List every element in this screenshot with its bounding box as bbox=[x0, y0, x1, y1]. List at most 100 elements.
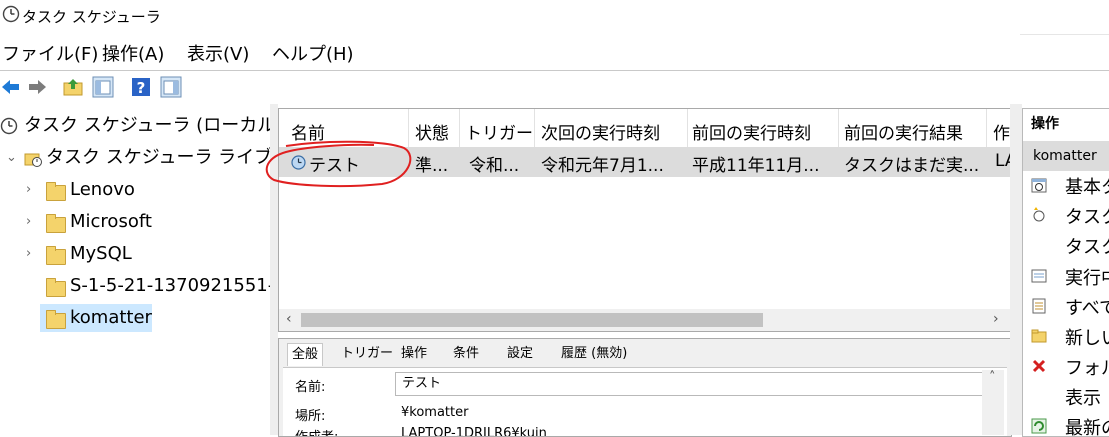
tree-label: S-1-5-21-1370921551-2 bbox=[70, 275, 270, 296]
tree-item-root[interactable]: タスク スケジューラ (ローカル) bbox=[0, 112, 270, 140]
column-divider[interactable] bbox=[986, 109, 987, 147]
folder-icon bbox=[46, 278, 66, 297]
action-label: 表示 bbox=[1065, 388, 1101, 409]
author-label: 作成者: bbox=[295, 426, 338, 436]
new-folder-icon bbox=[1031, 329, 1047, 343]
console-tree: タスク スケジューラ (ローカル) ⌄ タスク スケジューラ ライブラリ › L… bbox=[0, 104, 271, 435]
tab-settings[interactable]: 設定 bbox=[503, 343, 537, 365]
clock-icon bbox=[2, 5, 20, 23]
tab-triggers[interactable]: トリガー bbox=[337, 343, 397, 365]
action-label: タスク bbox=[1065, 207, 1109, 228]
action-label: タスク bbox=[1065, 237, 1109, 258]
column-header-status[interactable]: 状態 bbox=[415, 119, 459, 144]
column-divider[interactable] bbox=[534, 109, 535, 147]
scrollbar-thumb[interactable] bbox=[301, 313, 763, 327]
folder-icon bbox=[46, 182, 66, 201]
chevron-right-icon[interactable]: › bbox=[26, 240, 31, 268]
pane-splitter[interactable] bbox=[1010, 104, 1022, 435]
vertical-scrollbar[interactable]: ˄ bbox=[982, 370, 1004, 435]
cell-last-run: 平成11年11月... bbox=[692, 156, 820, 176]
name-field[interactable]: テスト bbox=[395, 372, 983, 396]
task-history-icon bbox=[1032, 298, 1046, 314]
help-icon[interactable]: ? bbox=[130, 76, 152, 98]
tree-item-mysql[interactable]: › MySQL bbox=[0, 240, 270, 268]
tree-item-sid[interactable]: S-1-5-21-1370921551-2 bbox=[0, 272, 270, 300]
actions-pane-title: 操作 bbox=[1023, 109, 1109, 139]
action-label: 最新の bbox=[1065, 418, 1109, 437]
menu-file[interactable]: ファイル(F) bbox=[2, 40, 98, 66]
up-folder-icon[interactable] bbox=[62, 76, 84, 98]
tab-history[interactable]: 履歴 (無効) bbox=[557, 343, 631, 365]
cell-trigger: 令和... bbox=[469, 156, 520, 176]
menu-help[interactable]: ヘルプ(H) bbox=[272, 40, 354, 66]
calendar-task-icon bbox=[1031, 178, 1047, 193]
tree-label: タスク スケジューラ ライブラリ bbox=[46, 147, 270, 168]
column-header-last-result[interactable]: 前回の実行結果 bbox=[844, 119, 984, 144]
tree-item-library[interactable]: ⌄ タスク スケジューラ ライブラリ bbox=[0, 144, 270, 172]
toolbar: ? bbox=[0, 70, 1109, 103]
scroll-up-icon[interactable]: ˄ bbox=[989, 370, 996, 385]
tree-item-lenovo[interactable]: › Lenovo bbox=[0, 176, 270, 204]
chevron-down-icon[interactable]: ⌄ bbox=[6, 144, 17, 172]
cell-author: LA bbox=[995, 151, 1011, 171]
tree-item-microsoft[interactable]: › Microsoft bbox=[0, 208, 270, 236]
tab-conditions[interactable]: 条件 bbox=[449, 343, 483, 365]
action-label: すべて bbox=[1065, 298, 1109, 319]
tab-actions[interactable]: 操作 bbox=[397, 343, 431, 365]
column-header-trigger[interactable]: トリガー bbox=[465, 119, 533, 144]
author-value: LAPTOP-1DRILR6¥kuin bbox=[401, 426, 547, 437]
divider bbox=[1020, 34, 1109, 35]
tree-label: Microsoft bbox=[70, 211, 152, 232]
chevron-right-icon[interactable]: › bbox=[26, 176, 31, 204]
svg-text:?: ? bbox=[137, 79, 146, 97]
tree-label: MySQL bbox=[70, 243, 132, 264]
location-value: ¥komatter bbox=[401, 405, 469, 420]
name-label: 名前: bbox=[295, 380, 326, 395]
cell-next-run: 令和元年7月1... bbox=[541, 156, 664, 176]
clock-icon bbox=[0, 117, 18, 135]
horizontal-scrollbar[interactable]: ‹ › bbox=[279, 309, 1011, 331]
column-header-next-run[interactable]: 次回の実行時刻 bbox=[541, 119, 687, 144]
action-label: 実行中 bbox=[1065, 268, 1109, 289]
column-divider[interactable] bbox=[687, 109, 688, 147]
general-tab-content: 名前: テスト 場所: ¥komatter 作成者: LAPTOP-1DRILR… bbox=[283, 367, 1007, 437]
menu-action[interactable]: 操作(A) bbox=[102, 40, 164, 66]
folder-icon bbox=[46, 310, 66, 329]
menu-bar: ファイル(F) 操作(A) 表示(V) ヘルプ(H) bbox=[0, 36, 1109, 68]
chevron-right-icon[interactable]: › bbox=[26, 208, 31, 236]
menu-view[interactable]: 表示(V) bbox=[187, 40, 249, 66]
cell-status: 準... bbox=[415, 156, 449, 176]
tree-item-komatter[interactable]: komatter bbox=[40, 304, 152, 332]
forward-arrow-icon[interactable] bbox=[26, 76, 48, 98]
window-title: タスク スケジューラ bbox=[22, 8, 161, 26]
show-hide-pane-icon[interactable] bbox=[92, 76, 114, 98]
running-tasks-icon bbox=[1031, 269, 1047, 283]
tree-label: タスク スケジューラ (ローカル) bbox=[24, 115, 270, 136]
properties-pane-icon[interactable] bbox=[160, 76, 182, 98]
folder-icon bbox=[46, 246, 66, 265]
folder-icon bbox=[46, 214, 66, 233]
title-bar: タスク スケジューラ bbox=[0, 0, 1109, 32]
cell-last-result: タスクはまだ実... bbox=[844, 156, 980, 176]
scroll-right-icon[interactable]: › bbox=[993, 311, 999, 327]
column-header-last-run[interactable]: 前回の実行時刻 bbox=[692, 119, 838, 144]
actions-section-header[interactable]: komatter bbox=[1023, 141, 1109, 171]
delete-icon bbox=[1032, 359, 1046, 373]
scroll-left-icon[interactable]: ‹ bbox=[286, 311, 292, 327]
location-label: 場所: bbox=[295, 409, 326, 424]
tree-label: komatter bbox=[70, 307, 152, 328]
column-divider[interactable] bbox=[838, 109, 839, 147]
actions-pane: 操作 komatter 基本タ タスク タスク 実行中 bbox=[1022, 108, 1109, 437]
column-divider[interactable] bbox=[459, 109, 460, 147]
column-header-author[interactable]: 作 bbox=[993, 119, 1011, 144]
tree-label: Lenovo bbox=[70, 179, 135, 200]
tab-general[interactable]: 全般 bbox=[287, 343, 324, 366]
action-label: 新しい bbox=[1065, 328, 1109, 349]
red-circle-annotation bbox=[265, 140, 412, 188]
action-label: フォル bbox=[1065, 358, 1109, 379]
refresh-icon bbox=[1031, 418, 1047, 434]
create-task-icon bbox=[1033, 207, 1045, 222]
action-label: 基本タ bbox=[1065, 177, 1109, 198]
back-arrow-icon[interactable] bbox=[0, 76, 22, 98]
task-details-pane: 全般 トリガー 操作 条件 設定 履歴 (無効) 名前: テスト 場所: ¥ko… bbox=[278, 338, 1012, 437]
